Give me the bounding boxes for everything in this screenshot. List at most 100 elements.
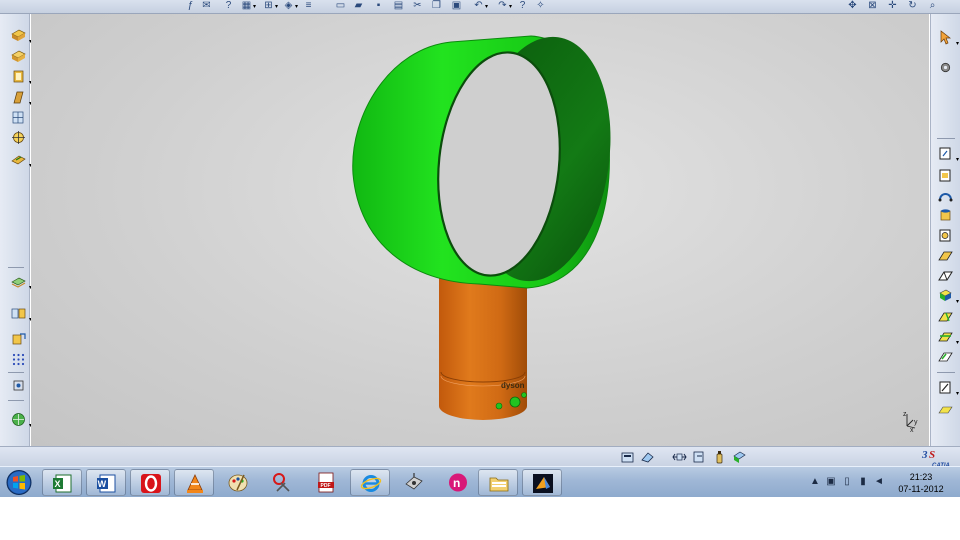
move-icon[interactable]: ✛	[886, 0, 899, 12]
clock-date[interactable]: 07-11-2012	[888, 484, 954, 494]
taskbar-excel-button[interactable]: X	[42, 469, 82, 496]
shaft-icon[interactable]	[10, 49, 27, 64]
svg-text:W: W	[98, 479, 107, 489]
axis-y-label: y	[914, 419, 918, 426]
volume-icon[interactable]: ◄	[874, 476, 884, 488]
macro-icon[interactable]: ≡	[302, 0, 315, 12]
taskbar-pdf-button[interactable]: PDF	[306, 469, 346, 496]
fit-view-icon[interactable]	[672, 450, 687, 464]
left-toolbar: ▾ ▾ ▾ ▾ ▾ ▾	[0, 14, 32, 446]
compass-triad: z x y	[903, 411, 918, 434]
surface-icon[interactable]	[937, 402, 954, 417]
solid-icon[interactable]: ▾	[937, 288, 959, 305]
dyson-fan-model[interactable]: dyson z x y	[31, 14, 929, 446]
taskbar-scanner-button[interactable]	[394, 469, 434, 496]
apply-material-icon[interactable]	[732, 450, 747, 464]
fan-mode-button	[521, 392, 527, 398]
taskbar-snipping-tool-button[interactable]	[262, 469, 302, 496]
measure-icon[interactable]	[10, 378, 27, 393]
axis-icon[interactable]	[10, 130, 27, 145]
render-icon[interactable]	[620, 450, 635, 464]
whats-this-icon[interactable]: ?	[516, 0, 529, 12]
grid-icon[interactable]	[10, 352, 27, 367]
taskbar-catia-button[interactable]	[522, 469, 562, 496]
bottom-toolbar: 3 S CATIA	[0, 446, 960, 469]
copy-icon[interactable]: ❐	[430, 0, 443, 12]
cube-icon[interactable]: ◈ ▾	[282, 0, 298, 12]
comment-icon[interactable]: ✉	[200, 0, 213, 12]
hole-icon[interactable]	[937, 228, 954, 243]
settings-icon[interactable]	[937, 60, 954, 75]
taskbar-opera-button[interactable]	[130, 469, 170, 496]
chamfer-icon[interactable]	[937, 268, 954, 283]
clock-time[interactable]: 21:23	[888, 472, 954, 482]
plane-icon[interactable]	[937, 168, 954, 183]
fan-power-button	[509, 396, 521, 408]
svg-text:n: n	[453, 476, 460, 490]
shell-icon[interactable]	[937, 349, 954, 364]
bottle-icon[interactable]	[712, 450, 727, 464]
pan-icon[interactable]: ✥	[846, 0, 859, 12]
fan-ring	[352, 35, 611, 289]
fillet-icon[interactable]	[937, 248, 954, 263]
usb-icon[interactable]: ▮	[858, 476, 868, 488]
right-toolbar: ▾ ▾ ▾ ▾ ▾	[930, 14, 960, 446]
select-arrow-icon[interactable]: ▾	[937, 30, 959, 47]
draft-icon[interactable]	[937, 309, 954, 324]
cylinder-icon[interactable]	[937, 208, 954, 223]
taskbar-internet-explorer-button[interactable]	[350, 469, 390, 496]
formula-icon[interactable]: ƒ	[184, 0, 197, 12]
layers-icon[interactable]: ▾	[10, 274, 32, 291]
rotate-icon[interactable]: ↻	[906, 0, 919, 12]
taskbar-folder-button[interactable]	[478, 469, 518, 496]
question-icon[interactable]: ?	[222, 0, 235, 12]
sweep-icon[interactable]	[937, 188, 954, 203]
pad-icon[interactable]: ▾	[10, 28, 32, 45]
sketch-icon[interactable]: ▾	[10, 152, 32, 169]
fan-speed-button	[495, 402, 503, 410]
print-icon[interactable]: ▤	[392, 0, 405, 12]
3d-viewport[interactable]: dyson z x y	[31, 14, 929, 446]
right-separator	[937, 138, 955, 139]
analysis-icon[interactable]: ▾	[10, 412, 32, 429]
redo-icon[interactable]: ↷ ▾	[496, 0, 512, 12]
save-icon[interactable]: ▪	[372, 0, 385, 12]
paste-icon[interactable]: ▣	[450, 0, 463, 12]
light-icon[interactable]: ✧	[534, 0, 547, 12]
boolean-icon[interactable]: ▾	[10, 306, 32, 323]
left-separator	[8, 372, 24, 373]
show-hidden-icons-icon[interactable]: ▲	[810, 476, 820, 488]
rib-icon[interactable]: ▾	[10, 90, 32, 107]
left-separator	[8, 400, 24, 401]
svg-text:3: 3	[921, 449, 928, 461]
cut-icon[interactable]: ✂	[411, 0, 424, 12]
svg-text:PDF: PDF	[321, 483, 331, 489]
eraser-icon[interactable]	[640, 450, 655, 464]
top-toolbar: ƒ ✉ ? ▦ ▾ ⊞ ▾ ◈ ▾ ≡ ▭ ▰ ▪ ▤ ✂ ❐ ▣ ↶ ▾ ↷ ▾ ? ✧…	[0, 0, 960, 14]
axis-z-label: z	[903, 411, 907, 418]
taskbar-vlc-button[interactable]	[174, 469, 214, 496]
pattern-icon[interactable]	[10, 110, 27, 125]
open-file-icon[interactable]: ▰	[352, 0, 365, 12]
svg-text:X: X	[55, 479, 61, 489]
start-button[interactable]	[3, 468, 35, 497]
undo-icon[interactable]: ↶ ▾	[472, 0, 488, 12]
svg-text:S: S	[929, 449, 935, 461]
taskbar-nero-button[interactable]: n	[438, 469, 478, 496]
pocket-icon[interactable]: ▾	[10, 69, 32, 86]
zoom-icon[interactable]: ⌕	[926, 0, 939, 12]
swap-view-icon[interactable]	[692, 450, 707, 464]
transform-icon[interactable]	[10, 332, 27, 347]
table-icon[interactable]: ▦ ▾	[240, 0, 256, 12]
axis-x-label: x	[910, 427, 914, 434]
thickness-icon[interactable]: ▾	[937, 329, 959, 346]
annotation-icon[interactable]: ▾	[937, 380, 959, 397]
taskbar-paint-button[interactable]	[218, 469, 258, 496]
taskbar-word-button[interactable]: W	[86, 469, 126, 496]
fit-all-icon[interactable]: ⊠	[866, 0, 879, 12]
new-file-icon[interactable]: ▭	[334, 0, 347, 12]
tree-icon[interactable]: ⊞ ▾	[262, 0, 278, 12]
network-adapter-icon[interactable]: ▣	[826, 476, 836, 488]
battery-icon[interactable]: ▯	[842, 476, 852, 488]
sketcher-icon[interactable]: ▾	[937, 146, 959, 163]
